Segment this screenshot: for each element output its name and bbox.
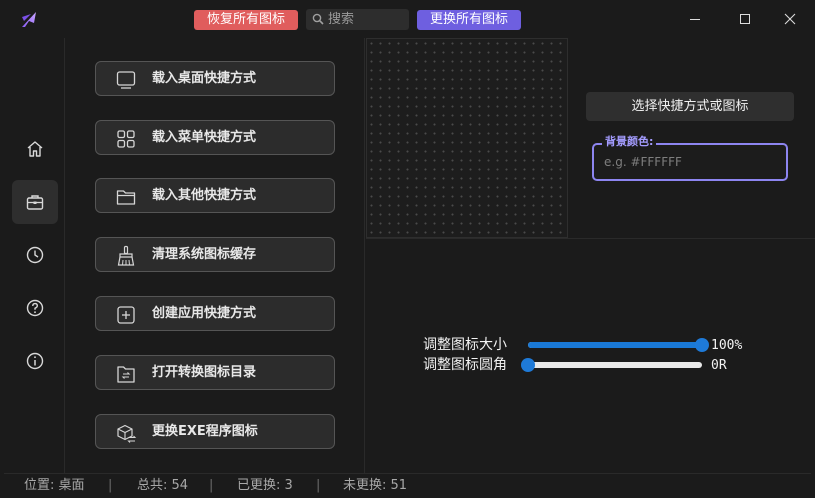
panel-divider [366,238,815,239]
home-icon [27,141,43,157]
search-icon [312,13,324,25]
open-converted-icons-folder-button[interactable]: 打开转换图标目录 [95,355,335,390]
status-separator: | [108,478,113,493]
replace-exe-icon-button[interactable]: 更换EXE程序图标 [95,414,335,449]
background-color-input[interactable] [604,152,774,172]
grid-icon [117,130,135,148]
sidebar-nav [4,38,65,473]
replace-all-icons-button[interactable]: 更换所有图标 [417,10,521,30]
minimize-icon[interactable] [686,10,704,28]
sidebar-item-toolbox[interactable] [12,180,58,224]
icon-size-slider-fill [528,342,702,348]
icon-size-slider[interactable] [528,338,709,352]
toolbox-icon [26,195,44,210]
background-color-label: 背景颜色: [602,135,657,149]
icon-size-slider-thumb[interactable] [695,338,709,352]
status-separator: | [209,478,214,493]
close-icon[interactable] [781,10,799,28]
folder-convert-icon [117,366,135,383]
icon-radius-label: 调整图标圆角 [423,357,507,373]
load-other-shortcuts-button[interactable]: 载入其他快捷方式 [95,178,335,213]
restore-all-icons-button[interactable]: 恢复所有图标 [194,10,298,30]
sidebar-item-help[interactable] [12,286,58,330]
status-separator: | [316,478,321,493]
select-shortcut-or-icon-button[interactable]: 选择快捷方式或图标 [586,92,794,121]
sidebar-item-about[interactable] [12,339,58,383]
status-total: 总共: 54 [137,478,189,493]
icon-radius-slider-thumb[interactable] [521,358,535,372]
action-label: 载入桌面快捷方式 [152,71,257,86]
sidebar-item-history[interactable] [12,233,58,277]
info-icon [26,352,44,370]
box-swap-icon [117,424,137,443]
load-menu-shortcuts-button[interactable]: 载入菜单快捷方式 [95,120,335,155]
create-app-shortcut-button[interactable]: 创建应用快捷方式 [95,296,335,331]
action-label: 更换EXE程序图标 [152,424,258,439]
title-bar: 恢复所有图标 更换所有图标 [0,0,815,38]
clock-icon [26,246,44,264]
search-box[interactable] [306,9,409,30]
icon-radius-slider[interactable] [521,358,702,372]
sidebar-item-home[interactable] [12,127,58,171]
load-desktop-shortcuts-button[interactable]: 载入桌面快捷方式 [95,61,335,96]
action-panel: 载入桌面快捷方式 载入菜单快捷方式 载入其他快捷方式 清理系统图标缓存 创建应用… [65,38,365,473]
action-label: 打开转换图标目录 [152,365,257,380]
status-bar: 位置: 桌面 | 总共: 54 | 已更换: 3 | 未更换: 51 [4,473,811,498]
folder-icon [116,190,136,205]
app-logo-icon [22,12,36,27]
status-location: 位置: 桌面 [24,478,85,493]
add-square-icon [117,306,135,324]
search-input[interactable] [328,9,408,30]
action-label: 创建应用快捷方式 [152,306,257,321]
status-not-replaced: 未更换: 51 [343,478,408,493]
help-icon [26,299,44,317]
icon-size-value: 100% [711,338,743,353]
action-label: 载入其他快捷方式 [152,188,257,203]
icon-size-label: 调整图标大小 [423,337,507,353]
monitor-icon [116,71,136,89]
status-replaced: 已更换: 3 [237,478,293,493]
icon-radius-value: 0R [711,358,727,373]
clear-icon-cache-button[interactable]: 清理系统图标缓存 [95,237,335,272]
action-label: 载入菜单快捷方式 [152,130,257,145]
action-label: 清理系统图标缓存 [152,247,257,262]
maximize-icon[interactable] [736,10,754,28]
broom-icon [117,245,135,266]
icon-preview-canvas [366,38,568,238]
